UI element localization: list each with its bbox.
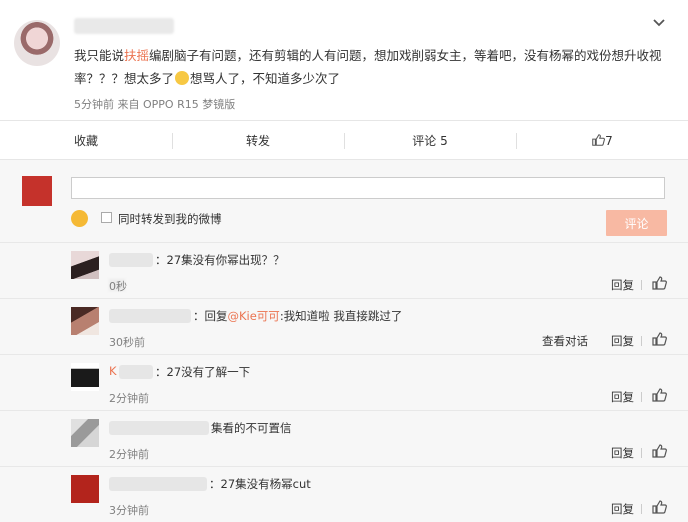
reply-username[interactable]: K: [109, 364, 117, 378]
avatar[interactable]: [71, 419, 99, 447]
username-redacted: [109, 477, 207, 491]
thumbs-up-icon[interactable]: [651, 443, 667, 459]
divider: [641, 448, 642, 458]
topic-link[interactable]: 扶摇: [124, 48, 149, 63]
reply-list: ：27集没有你幂出现？？ 0秒 回复 ：回复@Kie可可:我知道啦 我直接跳过了…: [0, 242, 688, 522]
reply-button[interactable]: 回复: [611, 501, 634, 517]
list-item: ：27集没有杨幂cut 3分钟前 回复: [0, 466, 688, 522]
post-text-part: 我只能说: [74, 48, 125, 63]
comment-button[interactable]: 评论 5: [344, 121, 516, 161]
reply-button[interactable]: 回复: [611, 389, 634, 405]
repost-button[interactable]: 转发: [172, 121, 344, 161]
timestamp: 2分钟前: [109, 448, 149, 461]
timestamp: 2分钟前: [109, 392, 149, 405]
avatar[interactable]: [71, 363, 99, 391]
action-bar: 收藏 转发 评论 5 7: [0, 120, 688, 160]
reply-text: ：27集没有你幂出现？？: [155, 253, 285, 267]
comment-section: 同时转发到我的微博 评论 ：27集没有你幂出现？？ 0秒 回复 ：回复@Kie可…: [0, 160, 688, 522]
mention-link[interactable]: @Kie可可: [228, 309, 280, 323]
avatar[interactable]: [71, 251, 99, 279]
submit-comment-button[interactable]: 评论: [606, 210, 667, 236]
post-text-part: 编剧脑子有问题，还有剪辑的人有问题，想加戏削弱女主，等着吧，没有杨幂的戏份想升收…: [74, 48, 662, 86]
grin-emoji-icon: [175, 71, 190, 85]
timestamp: 0秒: [109, 280, 127, 293]
reply-button[interactable]: 回复: [611, 333, 634, 349]
username-redacted: [109, 421, 209, 435]
thumbs-up-icon[interactable]: [651, 275, 667, 291]
favorite-button[interactable]: 收藏: [0, 121, 172, 161]
list-item: ：回复@Kie可可:我知道啦 我直接跳过了 30秒前 查看对话 回复: [0, 298, 688, 354]
reply-button[interactable]: 回复: [611, 445, 634, 461]
chevron-down-icon[interactable]: [652, 16, 666, 30]
divider: [641, 504, 642, 514]
like-button[interactable]: 7: [516, 121, 688, 161]
author-name-redacted: [74, 18, 174, 34]
divider: [641, 392, 642, 402]
reply-suffix: :我知道啦 我直接跳过了: [279, 309, 403, 323]
forward-label: 同时转发到我的微博: [118, 212, 222, 226]
like-count: 7: [605, 134, 613, 148]
reply-button[interactable]: 回复: [611, 277, 634, 293]
username-redacted: [109, 253, 153, 267]
thumbs-up-icon[interactable]: [651, 331, 667, 347]
comment-input[interactable]: [71, 177, 665, 199]
author-avatar[interactable]: [14, 20, 60, 66]
list-item: 集看的不可置信 2分钟前 回复: [0, 410, 688, 466]
reply-text: ：回复@Kie可可:我知道啦 我直接跳过了: [193, 308, 402, 324]
divider: [641, 336, 642, 346]
reply-text: ：27没有了解一下: [155, 365, 251, 379]
reply-text: ：27集没有杨幂cut: [209, 477, 311, 491]
forward-checkbox[interactable]: [101, 212, 112, 223]
list-item: ：27集没有你幂出现？？ 0秒 回复: [0, 242, 688, 298]
username-redacted: [109, 309, 191, 323]
reply-prefix: ：回复: [193, 309, 228, 323]
thumbs-up-icon[interactable]: [651, 387, 667, 403]
post-text: 我只能说扶摇编剧脑子有问题，还有剪辑的人有问题，想加戏削弱女主，等着吧，没有杨幂…: [74, 44, 674, 90]
view-conversation-link[interactable]: 查看对话: [542, 333, 588, 349]
emoji-picker-icon[interactable]: [71, 210, 88, 227]
avatar[interactable]: [71, 307, 99, 335]
divider: [641, 280, 642, 290]
list-item: K ：27没有了解一下 2分钟前 回复: [0, 354, 688, 410]
post-text-part: 想骂人了，不知道多少次了: [190, 71, 341, 86]
avatar[interactable]: [71, 475, 99, 503]
timestamp: 3分钟前: [109, 504, 149, 517]
thumbs-up-icon[interactable]: [651, 499, 667, 515]
thumbs-up-icon: [592, 134, 606, 146]
post-meta: 5分钟前 来自 OPPO R15 梦镜版: [74, 98, 236, 111]
reply-text: 集看的不可置信: [211, 421, 292, 435]
my-avatar: [22, 176, 52, 206]
username-redacted: [119, 365, 153, 379]
weibo-post: 我只能说扶摇编剧脑子有问题，还有剪辑的人有问题，想加戏削弱女主，等着吧，没有杨幂…: [0, 0, 688, 120]
timestamp: 30秒前: [109, 336, 145, 349]
